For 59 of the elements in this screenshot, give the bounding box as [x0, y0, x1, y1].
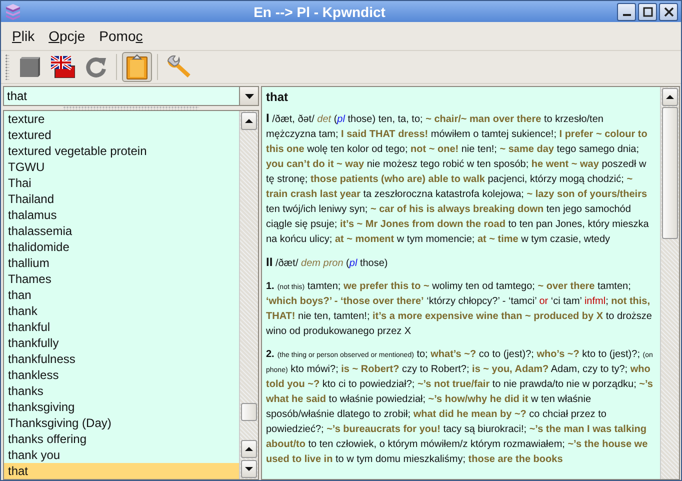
refresh-icon: [85, 56, 107, 78]
word-list-item[interactable]: thankfulness: [4, 351, 239, 367]
caret-icon: [244, 94, 254, 98]
word-list-item[interactable]: Thai: [4, 175, 239, 191]
square-icon: [19, 56, 41, 78]
menu-item[interactable]: Opcje: [42, 25, 92, 47]
scroll-thumb[interactable]: [241, 403, 257, 421]
dropdown-button[interactable]: [239, 86, 259, 106]
search-field[interactable]: that: [3, 86, 239, 106]
up-arrow-icon: [245, 119, 253, 123]
minimize-button[interactable]: [617, 2, 636, 20]
word-list-item[interactable]: thankfully: [4, 335, 239, 351]
entry-headword: that: [266, 90, 289, 105]
minimize-icon: [622, 14, 630, 16]
up-arrow-icon: [666, 95, 674, 99]
menu-item[interactable]: Pomoc: [92, 25, 150, 47]
word-list-item[interactable]: Thailand: [4, 191, 239, 207]
word-list-item[interactable]: than: [4, 287, 239, 303]
menu-item[interactable]: Plik: [5, 25, 42, 47]
scroll-up-button[interactable]: [241, 440, 257, 458]
maximize-button[interactable]: [638, 2, 657, 20]
word-list-item[interactable]: thanksgiving: [4, 399, 239, 415]
word-list-item[interactable]: thalassemia: [4, 223, 239, 239]
word-list-item[interactable]: thalamus: [4, 207, 239, 223]
word-list-item[interactable]: texture: [4, 111, 239, 127]
word-list-item[interactable]: thankful: [4, 319, 239, 335]
maximize-icon: [642, 6, 652, 16]
scroll-up-button[interactable]: [662, 88, 678, 106]
toolbar-handle[interactable]: [5, 54, 9, 80]
entry-paragraph: I /ðæt, ðət/ det (pl those) ten, ta, to; ~ chair/~ man over there to krzesło/ten mężczyzna tam; I said THAT dress! mówiłem o tamtej sukience!; I prefer ~ colour to this one wolę ten kolor od tego; not ~ one! nie ten!; ~ same day tego samego dnia; you can’t do it ~ way nie możesz tego robić w ten sposób; he went ~ way poszedł w tę stronę; those patients (who are) able to walk pacjenci, którzy mogą chodzić; ~ train crash last year ta zeszłoroczna katastrofa kolejowa; ~ lazy son of yours/theirs ten twój/ich leniwy syn; ~ car of his is always breaking down ten jego samochód ciągle się psuje; it’s ~ Mr Jones from down the road to ten pan Jones, który mieszka na końcu ulicy; at ~ moment w tym momencie; at ~ time w tym czasie, wtedy: [266, 111, 650, 247]
stacked-books-icon: [4, 4, 22, 20]
word-list-item[interactable]: thanks: [4, 383, 239, 399]
entry-paragraph: II /ðæt/ dem pron (pl those): [266, 255, 389, 271]
word-list-item[interactable]: thank: [4, 303, 239, 319]
wrench-icon: [167, 55, 193, 79]
word-list-item[interactable]: thank you: [4, 447, 239, 463]
scroll-thumb[interactable]: [662, 107, 678, 239]
clipboard-icon: [126, 54, 148, 80]
word-list-item[interactable]: thalidomide: [4, 239, 239, 255]
flag-icon: [51, 56, 75, 78]
splitter-handle[interactable]: [63, 106, 199, 110]
word-list-item[interactable]: Thames: [4, 271, 239, 287]
word-list-item[interactable]: TGWU: [4, 159, 239, 175]
down-arrow-icon: [245, 467, 253, 471]
close-icon: [664, 6, 674, 16]
scrollbar[interactable]: [660, 87, 679, 479]
up-arrow-icon: [245, 447, 253, 451]
close-button[interactable]: [659, 2, 678, 20]
word-list-item[interactable]: thankless: [4, 367, 239, 383]
scrollbar[interactable]: [239, 111, 258, 479]
word-list-item[interactable]: that: [4, 463, 239, 479]
word-list-item[interactable]: Thanksgiving (Day): [4, 415, 239, 431]
word-list-item[interactable]: thanks offering: [4, 431, 239, 447]
word-list-item[interactable]: thallium: [4, 255, 239, 271]
scroll-up-button[interactable]: [241, 112, 257, 130]
scroll-down-button[interactable]: [241, 460, 257, 478]
word-list-item[interactable]: textured vegetable protein: [4, 143, 239, 159]
word-list-item[interactable]: textured: [4, 127, 239, 143]
window-title: En --> Pl - Kpwndict: [252, 4, 386, 20]
